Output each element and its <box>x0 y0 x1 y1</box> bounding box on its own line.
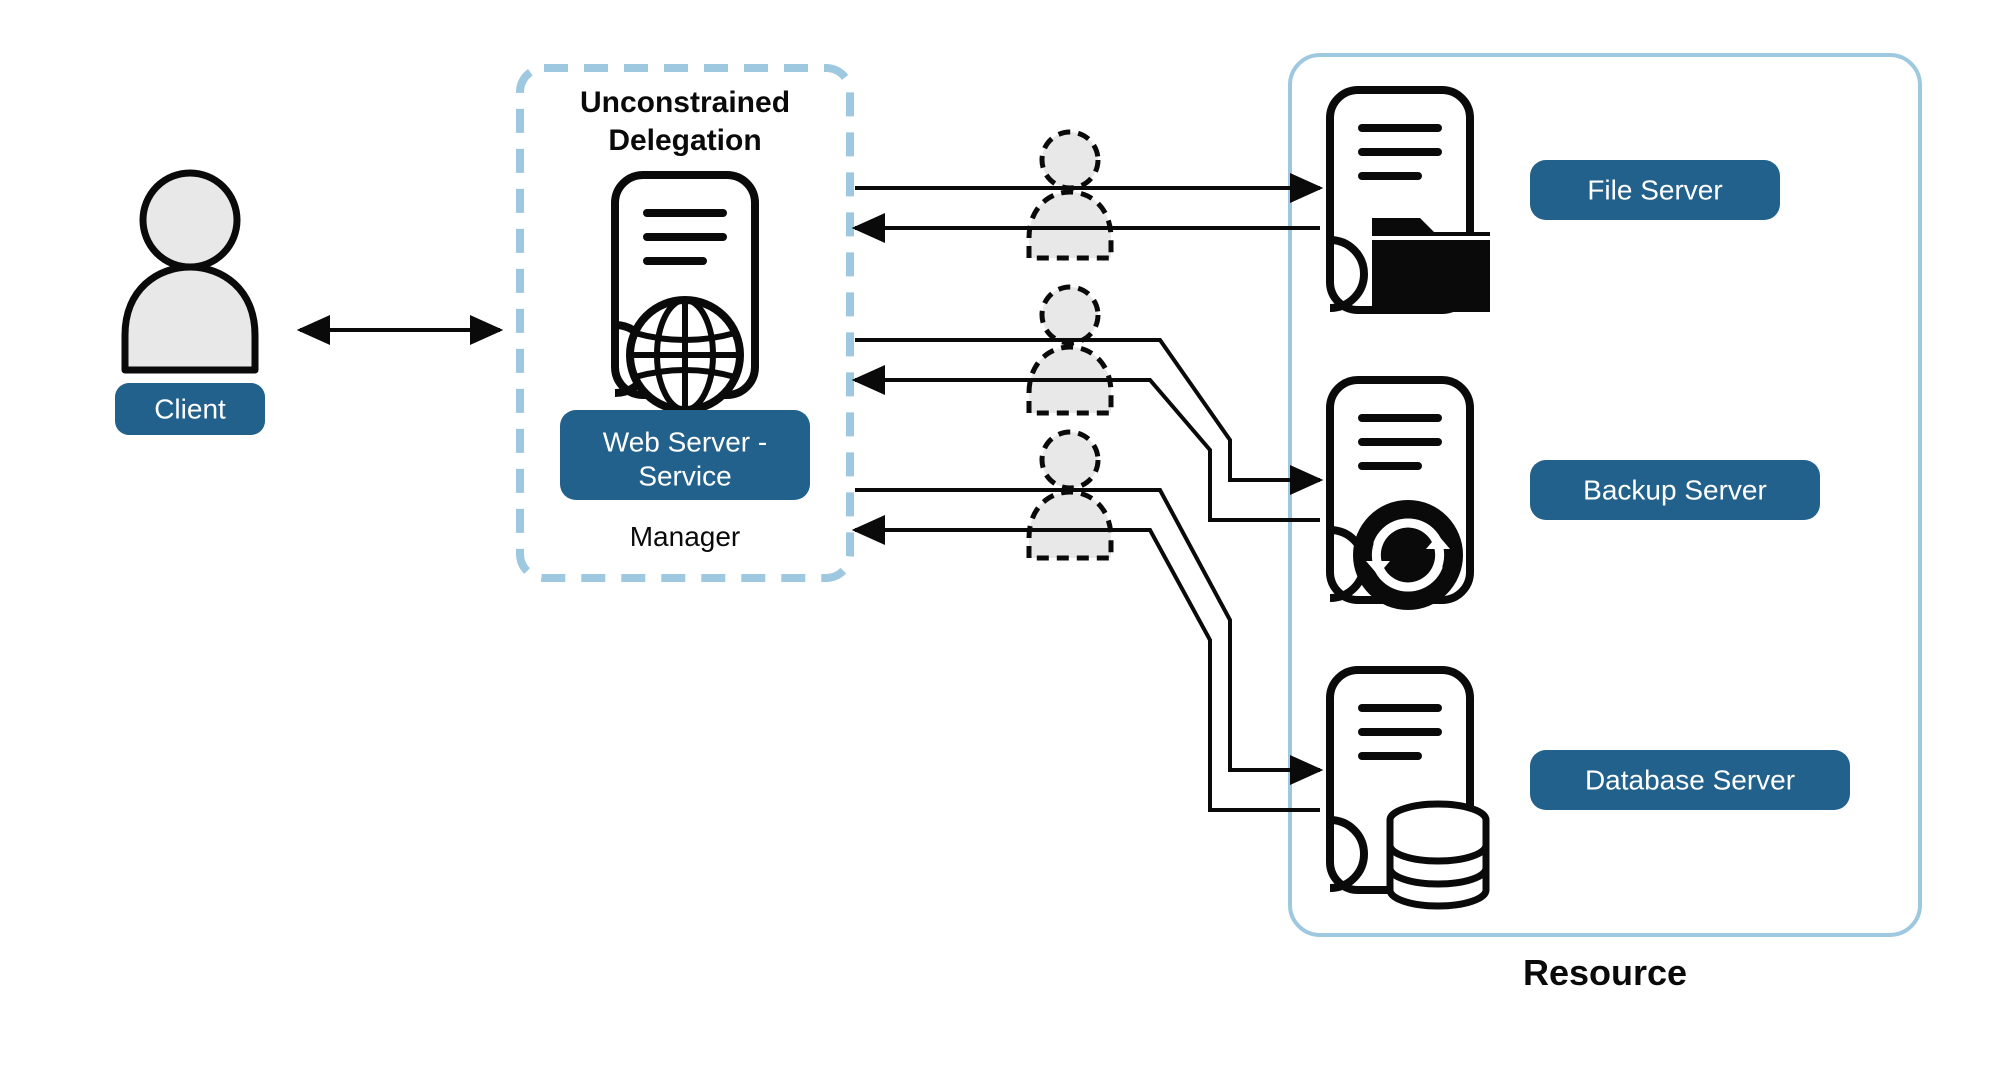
backup-server-group: Backup Server <box>1330 380 1820 610</box>
ghost-user-icon <box>1029 132 1111 258</box>
ghost-user-icon <box>1029 287 1111 413</box>
diagram-root: Client Unconstrained Delegation <box>0 0 1999 1071</box>
globe-icon <box>630 300 740 410</box>
resource-title: Resource <box>1523 952 1687 993</box>
delegation-subtitle: Manager <box>630 521 741 552</box>
database-server-icon <box>1330 670 1486 906</box>
web-server-pill-line1: Web Server - <box>603 426 767 457</box>
file-server-label: File Server <box>1587 174 1722 205</box>
file-server-icon <box>1330 90 1490 312</box>
user-icon <box>125 173 255 370</box>
refresh-icon <box>1353 500 1463 610</box>
resource-group: Resource File Server <box>1290 55 1920 993</box>
database-icon <box>1390 804 1486 906</box>
backup-server-label: Backup Server <box>1583 474 1767 505</box>
folder-icon <box>1372 218 1490 312</box>
delegation-group: Unconstrained Delegation Web Server - Se… <box>520 68 850 578</box>
backup-server-icon <box>1330 380 1470 610</box>
web-server-icon <box>615 175 755 410</box>
web-server-pill-line2: Service <box>638 460 731 491</box>
delegation-title-2: Delegation <box>608 124 761 157</box>
ghost-user-icon <box>1029 432 1111 558</box>
delegation-title-1: Unconstrained <box>580 86 790 119</box>
client-group: Client <box>115 173 265 435</box>
database-server-label: Database Server <box>1585 764 1795 795</box>
client-label: Client <box>154 393 226 424</box>
database-server-group: Database Server <box>1330 670 1850 906</box>
file-server-group: File Server <box>1330 90 1780 312</box>
